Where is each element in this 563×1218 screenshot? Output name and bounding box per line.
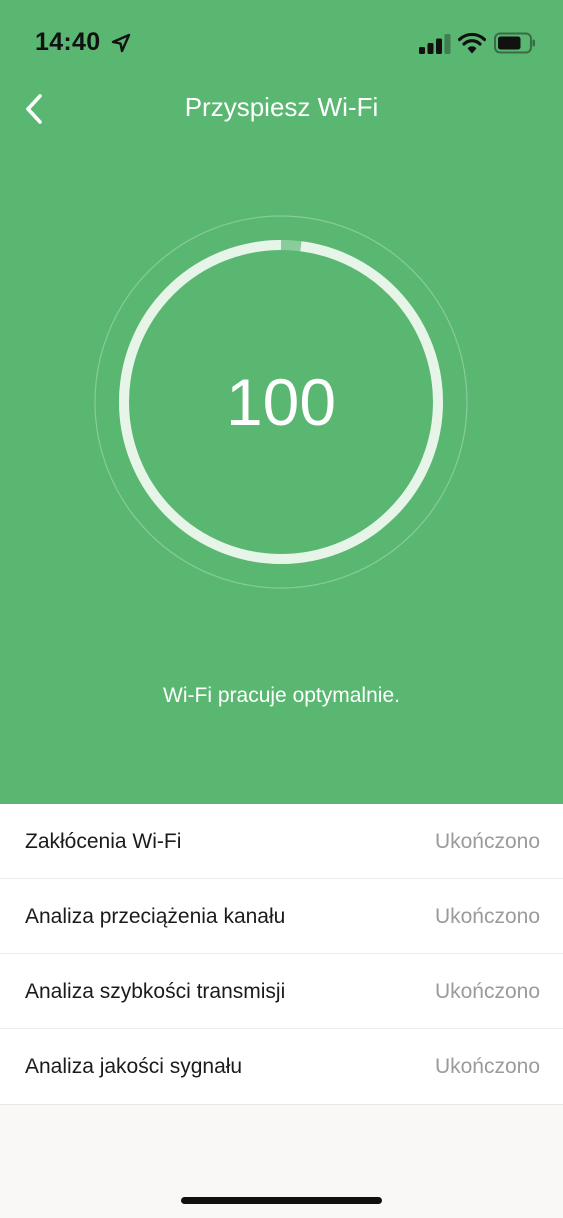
check-status: Ukończono [434, 1055, 540, 1078]
home-indicator[interactable] [181, 1197, 382, 1204]
list-item[interactable]: Analiza szybkości transmisji Ukończono [0, 954, 563, 1029]
check-status: Ukończono [434, 830, 540, 853]
check-label: Analiza szybkości transmisji [25, 980, 286, 1003]
list-item[interactable]: Zakłócenia Wi-Fi Ukończono [0, 804, 563, 879]
status-message: Wi-Fi pracuje optymalnie. [163, 684, 400, 707]
page-title: Przyspiesz Wi-Fi [184, 92, 379, 122]
check-label: Analiza przeciążenia kanału [25, 905, 286, 928]
check-status: Ukończono [434, 980, 540, 1003]
check-label: Analiza jakości sygnału [25, 1055, 243, 1078]
status-bar: 14:40 [0, 0, 563, 90]
check-list: Zakłócenia Wi-Fi Ukończono Analiza przec… [0, 804, 563, 1105]
check-status: Ukończono [434, 905, 540, 928]
check-label: Zakłócenia Wi-Fi [25, 830, 182, 853]
navigation-bar: Przyspiesz Wi-Fi [0, 78, 563, 138]
score-value: 100 [225, 365, 337, 439]
wifi-icon [458, 32, 486, 54]
list-item[interactable]: Analiza jakości sygnału Ukończono [0, 1029, 563, 1104]
battery-icon [494, 32, 535, 54]
hero-panel: 14:40 Przyspiesz Wi-Fi 100 Wi-Fi pracuje… [0, 0, 563, 804]
list-item[interactable]: Analiza przeciążenia kanału Ukończono [0, 879, 563, 954]
location-arrow-icon [111, 33, 131, 53]
status-time: 14:40 [35, 28, 101, 56]
cellular-signal-icon [419, 34, 451, 54]
